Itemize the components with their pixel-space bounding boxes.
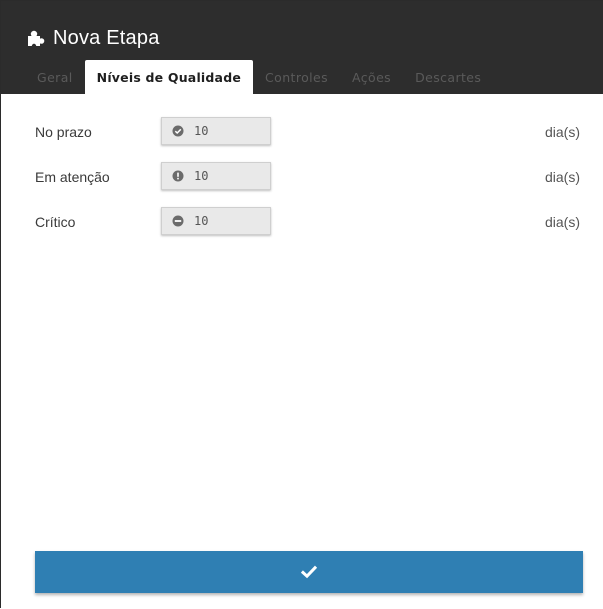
dialog: Nova Etapa Geral Níveis de Qualidade Con… [0, 0, 603, 609]
tab-descartes[interactable]: Descartes [403, 60, 493, 94]
dialog-title: Nova Etapa [53, 26, 160, 49]
level-row-critico: Crítico 10 dia(s) [1, 207, 603, 237]
level-label: Em atenção [35, 169, 110, 185]
puzzle-piece-icon [25, 28, 45, 48]
tab-controles[interactable]: Controles [253, 60, 340, 94]
exclamation-circle-icon [172, 170, 184, 182]
no-prazo-days-input[interactable]: 10 [161, 117, 271, 145]
tab-geral[interactable]: Geral [25, 60, 85, 94]
dialog-title-row: Nova Etapa [25, 23, 160, 53]
tab-acoes[interactable]: Ações [340, 60, 403, 94]
critico-days-input[interactable]: 10 [161, 207, 271, 235]
level-unit: dia(s) [544, 169, 580, 185]
level-value: 10 [194, 124, 209, 138]
dialog-header: Nova Etapa Geral Níveis de Qualidade Con… [1, 1, 603, 94]
tab-content: No prazo 10 dia(s) Em atenção 10 dia(s) … [1, 94, 603, 609]
em-atencao-days-input[interactable]: 10 [161, 162, 271, 190]
level-value: 10 [194, 214, 209, 228]
level-unit: dia(s) [544, 214, 580, 230]
confirm-button[interactable] [35, 551, 583, 593]
check-circle-icon [172, 125, 184, 137]
level-row-no-prazo: No prazo 10 dia(s) [1, 117, 603, 147]
level-row-em-atencao: Em atenção 10 dia(s) [1, 162, 603, 192]
minus-circle-icon [172, 215, 184, 227]
tab-bar: Geral Níveis de Qualidade Controles Açõe… [25, 60, 493, 94]
level-label: Crítico [35, 214, 76, 230]
tab-niveis-de-qualidade[interactable]: Níveis de Qualidade [84, 60, 254, 94]
level-value: 10 [194, 169, 209, 183]
level-unit: dia(s) [544, 124, 580, 140]
level-label: No prazo [35, 124, 92, 140]
checkmark-icon [301, 565, 317, 579]
